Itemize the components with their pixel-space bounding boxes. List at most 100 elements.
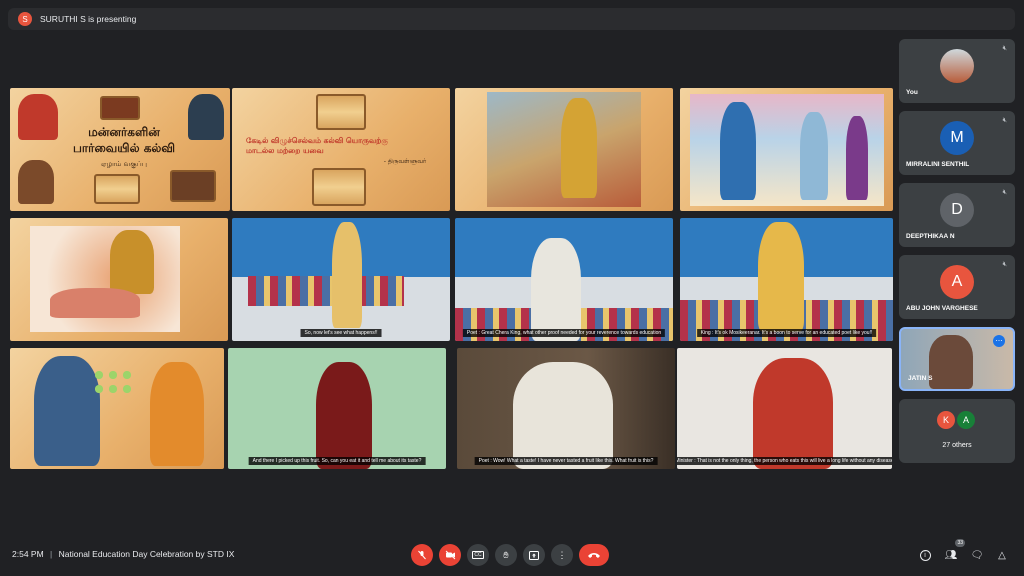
actor-figure bbox=[316, 362, 372, 469]
guard-figure bbox=[846, 116, 868, 200]
slide-illustration bbox=[10, 218, 228, 341]
info-icon: i bbox=[919, 549, 931, 561]
participant-name: You bbox=[906, 89, 918, 96]
participant-name: MIRRALINI SENTHIL bbox=[906, 161, 970, 168]
actor-figure bbox=[531, 238, 581, 341]
mic-off-icon bbox=[418, 550, 426, 560]
scroll-image bbox=[316, 94, 366, 130]
slide-illustration bbox=[455, 88, 673, 211]
camera-off-icon bbox=[445, 550, 455, 560]
slide-title-text: மன்னர்களின் பார்வையில் கல்வி bbox=[72, 125, 176, 155]
present-button[interactable] bbox=[523, 544, 545, 566]
hand-icon: ✋︎ bbox=[503, 549, 509, 560]
more-vert-icon: ⋮ bbox=[557, 549, 567, 560]
participant-video: Poet : Great Chera King, what other proo… bbox=[455, 218, 673, 341]
actor-figure bbox=[758, 222, 804, 332]
video-caption: Minister : That is not the only thing, t… bbox=[677, 457, 892, 465]
present-screen-icon bbox=[529, 550, 539, 560]
king-figure bbox=[18, 160, 54, 204]
video-caption: King : It's ok Mosikeeranar. It's a boon… bbox=[696, 329, 877, 337]
participant-name: DEEPTHIKAA N bbox=[906, 233, 955, 240]
avatar bbox=[940, 49, 974, 83]
poet-figure bbox=[150, 362, 204, 466]
avatar: A bbox=[957, 411, 975, 429]
video-caption: And there I picked up this fruit. So, ca… bbox=[248, 457, 426, 465]
closed-caption-icon: CC bbox=[472, 551, 484, 559]
mic-toggle-button[interactable] bbox=[411, 544, 433, 566]
people-count-badge: 33 bbox=[955, 539, 965, 547]
captions-button[interactable]: CC bbox=[467, 544, 489, 566]
avatar: K bbox=[937, 411, 955, 429]
activities-icon: △ bbox=[998, 549, 1006, 561]
participant-video: King : It's ok Mosikeeranar. It's a boon… bbox=[680, 218, 893, 341]
participant-video: Poet : Wow! What a taste! I have never t… bbox=[457, 348, 675, 469]
king-figure bbox=[18, 94, 58, 140]
participant-name: ABU JOHN VARGHESE bbox=[906, 305, 978, 312]
video-caption: Poet : Great Chera King, what other proo… bbox=[462, 329, 666, 337]
participant-video: And there I picked up this fruit. So, ca… bbox=[228, 348, 446, 469]
poet-figure bbox=[50, 288, 140, 318]
king-figure bbox=[34, 356, 100, 466]
actor-figure bbox=[753, 358, 833, 469]
avatar: A bbox=[940, 265, 974, 299]
book-image bbox=[100, 96, 140, 120]
participant-tile[interactable]: M 🔇︎ MIRRALINI SENTHIL bbox=[899, 111, 1015, 175]
presenter-avatar: S bbox=[18, 12, 32, 26]
activities-button[interactable]: △ bbox=[994, 547, 1010, 563]
mic-off-icon: 🔇︎ bbox=[1002, 117, 1007, 124]
king-figure bbox=[188, 94, 224, 140]
scroll-image bbox=[94, 174, 140, 204]
meeting-info: 2:54 PM | National Education Day Celebra… bbox=[12, 549, 234, 559]
meeting-title: National Education Day Celebration by ST… bbox=[58, 549, 235, 559]
slide-title: மன்னர்களின் பார்வையில் கல்வி ஏழாம் வகுப்… bbox=[10, 88, 230, 211]
chat-button[interactable]: 🗨︎ bbox=[969, 547, 985, 563]
slide-illustration bbox=[680, 88, 893, 211]
presenter-text: SURUTHI S is presenting bbox=[40, 14, 137, 24]
hang-up-icon bbox=[588, 553, 600, 558]
participant-tile[interactable]: A 🔇︎ ABU JOHN VARGHESE bbox=[899, 255, 1015, 319]
gooseberries bbox=[92, 368, 134, 394]
more-options-icon[interactable]: ⋯ bbox=[993, 335, 1005, 347]
chat-icon: 🗨︎ bbox=[970, 549, 984, 561]
king-figure bbox=[110, 230, 154, 294]
king-figure bbox=[720, 102, 756, 200]
avatar: D bbox=[940, 193, 974, 227]
participant-name: JATIN S bbox=[908, 375, 933, 382]
presentation-banner: S SURUTHI S is presenting bbox=[8, 8, 1015, 30]
participant-video: So, now let's see what happens!! bbox=[232, 218, 450, 341]
people-icon: 👥︎ bbox=[944, 549, 958, 561]
raise-hand-button[interactable]: ✋︎ bbox=[495, 544, 517, 566]
slide-subtitle-text: ஏழாம் வகுப்பு bbox=[101, 160, 147, 168]
participant-tile-active[interactable]: ⋯ JATIN S bbox=[899, 327, 1015, 391]
verse-author: - திருவள்ளுவர் bbox=[383, 158, 427, 165]
meeting-details-button[interactable]: i bbox=[917, 547, 933, 563]
poet-figure bbox=[800, 112, 828, 200]
end-call-button[interactable] bbox=[579, 544, 609, 566]
people-button[interactable]: 👥︎ 33 bbox=[943, 539, 965, 563]
participant-video: Minister : That is not the only thing, t… bbox=[677, 348, 892, 469]
video-caption: So, now let's see what happens!! bbox=[300, 329, 382, 337]
participant-tile[interactable]: D 🔇︎ DEEPTHIKAA N bbox=[899, 183, 1015, 247]
others-tile[interactable]: K A 27 others bbox=[899, 399, 1015, 463]
king-figure bbox=[561, 98, 597, 198]
verse-text: கேடில் விழுச்செல்வம் கல்வி யொருவற்கு மாட… bbox=[246, 136, 388, 155]
avatar: M bbox=[940, 121, 974, 155]
others-count: 27 others bbox=[942, 442, 972, 449]
bed bbox=[248, 276, 404, 306]
participant-tile-you[interactable]: 🔇︎ You bbox=[899, 39, 1015, 103]
mic-off-icon: 🔇︎ bbox=[1002, 45, 1007, 52]
scroll-image bbox=[312, 168, 366, 206]
others-avatars: K A bbox=[937, 411, 975, 429]
clock-time: 2:54 PM bbox=[12, 549, 44, 559]
separator: | bbox=[50, 549, 53, 559]
books-image bbox=[170, 170, 216, 202]
more-options-button[interactable]: ⋮ bbox=[551, 544, 573, 566]
slide-verse: கேடில் விழுச்செல்வம் கல்வி யொருவற்கு மாட… bbox=[232, 88, 450, 211]
camera-toggle-button[interactable] bbox=[439, 544, 461, 566]
video-caption: Poet : Wow! What a taste! I have never t… bbox=[474, 457, 658, 465]
actor-figure bbox=[513, 362, 613, 469]
mic-off-icon: 🔇︎ bbox=[1002, 261, 1007, 268]
slide-illustration bbox=[10, 348, 224, 469]
participant-video-thumb bbox=[929, 335, 973, 389]
mic-off-icon: 🔇︎ bbox=[1002, 189, 1007, 196]
